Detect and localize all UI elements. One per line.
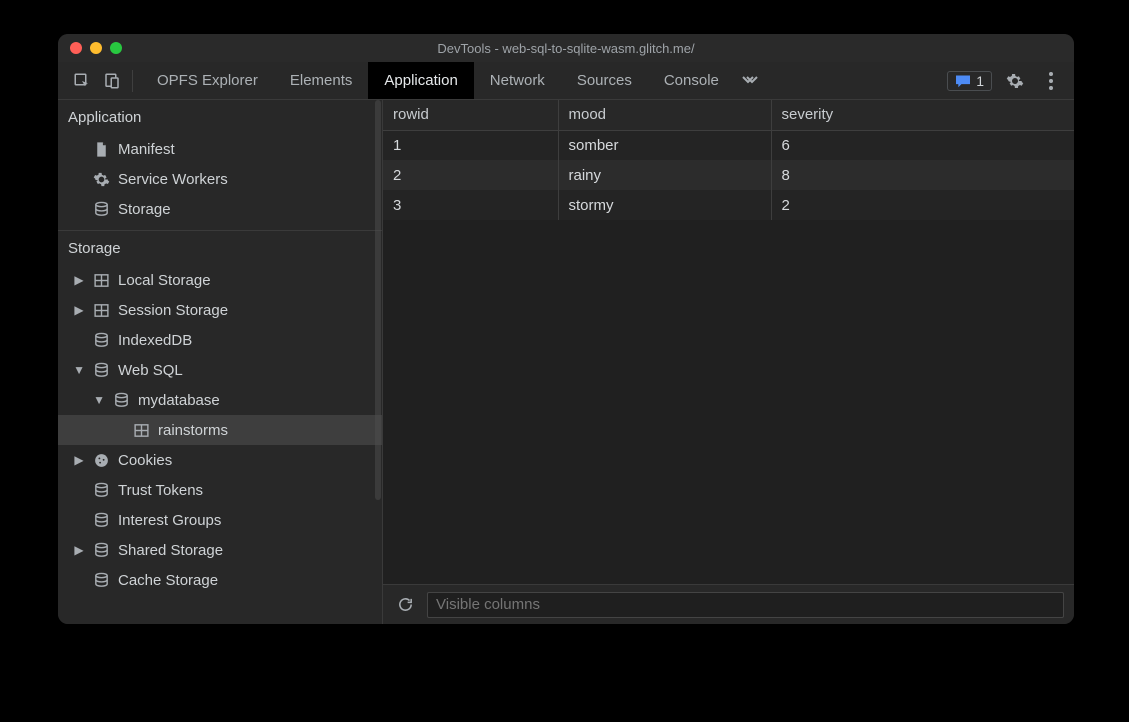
sidebar-item-label: Web SQL bbox=[118, 362, 183, 379]
issues-count: 1 bbox=[976, 73, 984, 89]
window-controls bbox=[70, 42, 122, 54]
panel-tabs: OPFS ExplorerElementsApplicationNetworkS… bbox=[141, 62, 735, 99]
table-icon bbox=[92, 271, 110, 289]
toolbar-separator bbox=[132, 70, 133, 92]
sidebar-item-cookies[interactable]: ▶ Cookies bbox=[58, 445, 382, 475]
device-toggle-icon[interactable] bbox=[98, 67, 126, 95]
table-row[interactable]: 3stormy2 bbox=[383, 190, 1074, 220]
file-icon bbox=[92, 140, 110, 158]
table-cell: 3 bbox=[383, 190, 558, 220]
application-sidebar: Application▶Manifest▶Service Workers▶Sto… bbox=[58, 100, 383, 624]
tab-console[interactable]: Console bbox=[648, 62, 735, 99]
inspect-element-icon[interactable] bbox=[68, 67, 96, 95]
visible-columns-input[interactable] bbox=[427, 592, 1064, 618]
column-header-rowid[interactable]: rowid bbox=[383, 100, 558, 130]
sidebar-item-rainstorms[interactable]: ▶rainstorms bbox=[58, 415, 382, 445]
tab-elements[interactable]: Elements bbox=[274, 62, 369, 99]
storage-icon bbox=[92, 571, 110, 589]
table-cell: rainy bbox=[558, 160, 771, 190]
table-icon bbox=[132, 421, 150, 439]
chevron-down-icon[interactable]: ▼ bbox=[74, 363, 84, 377]
sidebar-item-label: Session Storage bbox=[118, 302, 228, 319]
sidebar-item-shared-storage[interactable]: ▶ Shared Storage bbox=[58, 535, 382, 565]
chevron-right-icon[interactable]: ▶ bbox=[74, 303, 84, 317]
sidebar-item-label: mydatabase bbox=[138, 392, 220, 409]
devtools-window: DevTools - web-sql-to-sqlite-wasm.glitch… bbox=[58, 34, 1074, 624]
table-cell: 8 bbox=[771, 160, 1074, 190]
sidebar-item-label: Interest Groups bbox=[118, 512, 221, 529]
sidebar-item-label: Manifest bbox=[118, 141, 175, 158]
sidebar-item-mydatabase[interactable]: ▼ mydatabase bbox=[58, 385, 382, 415]
sidebar-item-label: Trust Tokens bbox=[118, 482, 203, 499]
storage-icon bbox=[92, 511, 110, 529]
sidebar-item-session-storage[interactable]: ▶ Session Storage bbox=[58, 295, 382, 325]
settings-icon[interactable] bbox=[1002, 68, 1028, 94]
sidebar-item-label: Shared Storage bbox=[118, 542, 223, 559]
tab-application[interactable]: Application bbox=[368, 62, 473, 99]
sidebar-section-application: Application bbox=[58, 100, 382, 134]
tab-network[interactable]: Network bbox=[474, 62, 561, 99]
storage-icon bbox=[92, 541, 110, 559]
sidebar-item-indexeddb[interactable]: ▶IndexedDB bbox=[58, 325, 382, 355]
data-table: rowidmoodseverity 1somber62rainy83stormy… bbox=[383, 100, 1074, 220]
sidebar-item-web-sql[interactable]: ▼ Web SQL bbox=[58, 355, 382, 385]
more-menu-icon[interactable] bbox=[1038, 68, 1064, 94]
sidebar-item-label: Cache Storage bbox=[118, 572, 218, 589]
tab-opfs-explorer[interactable]: OPFS Explorer bbox=[141, 62, 274, 99]
column-header-mood[interactable]: mood bbox=[558, 100, 771, 130]
table-footer bbox=[383, 584, 1074, 624]
issues-button[interactable]: 1 bbox=[947, 71, 992, 91]
table-cell: 2 bbox=[383, 160, 558, 190]
table-cell: 1 bbox=[383, 130, 558, 160]
minimize-window-button[interactable] bbox=[90, 42, 102, 54]
sidebar-item-label: IndexedDB bbox=[118, 332, 192, 349]
tab-sources[interactable]: Sources bbox=[561, 62, 648, 99]
storage-icon bbox=[92, 331, 110, 349]
sidebar-scrollbar[interactable] bbox=[375, 100, 381, 500]
storage-icon bbox=[92, 361, 110, 379]
sidebar-item-interest-groups[interactable]: ▶Interest Groups bbox=[58, 505, 382, 535]
column-header-severity[interactable]: severity bbox=[771, 100, 1074, 130]
more-tabs-button[interactable] bbox=[735, 75, 765, 87]
table-cell: 2 bbox=[771, 190, 1074, 220]
table-icon bbox=[92, 301, 110, 319]
chevron-right-icon[interactable]: ▶ bbox=[74, 453, 84, 467]
sidebar-item-label: Storage bbox=[118, 201, 171, 218]
table-cell: stormy bbox=[558, 190, 771, 220]
sidebar-item-label: Local Storage bbox=[118, 272, 211, 289]
chevron-right-icon[interactable]: ▶ bbox=[74, 273, 84, 287]
sidebar-item-manifest[interactable]: ▶Manifest bbox=[58, 134, 382, 164]
toolbar: OPFS ExplorerElementsApplicationNetworkS… bbox=[58, 62, 1074, 100]
sidebar-item-service-workers[interactable]: ▶Service Workers bbox=[58, 164, 382, 194]
table-cell: somber bbox=[558, 130, 771, 160]
table-row[interactable]: 1somber6 bbox=[383, 130, 1074, 160]
storage-icon bbox=[92, 200, 110, 218]
sidebar-item-label: Cookies bbox=[118, 452, 172, 469]
titlebar: DevTools - web-sql-to-sqlite-wasm.glitch… bbox=[58, 34, 1074, 62]
sidebar-item-label: rainstorms bbox=[158, 422, 228, 439]
cookie-icon bbox=[92, 451, 110, 469]
storage-icon bbox=[112, 391, 130, 409]
window-title: DevTools - web-sql-to-sqlite-wasm.glitch… bbox=[58, 41, 1074, 56]
main-panel: rowidmoodseverity 1somber62rainy83stormy… bbox=[383, 100, 1074, 624]
gear-icon bbox=[92, 170, 110, 188]
table-cell: 6 bbox=[771, 130, 1074, 160]
chevron-down-icon[interactable]: ▼ bbox=[94, 393, 104, 407]
storage-icon bbox=[92, 481, 110, 499]
sidebar-item-label: Service Workers bbox=[118, 171, 228, 188]
sidebar-section-storage: Storage bbox=[58, 230, 382, 265]
maximize-window-button[interactable] bbox=[110, 42, 122, 54]
table-container: rowidmoodseverity 1somber62rainy83stormy… bbox=[383, 100, 1074, 584]
chevron-right-icon[interactable]: ▶ bbox=[74, 543, 84, 557]
sidebar-item-storage[interactable]: ▶Storage bbox=[58, 194, 382, 224]
sidebar-item-trust-tokens[interactable]: ▶Trust Tokens bbox=[58, 475, 382, 505]
sidebar-item-cache-storage[interactable]: ▶Cache Storage bbox=[58, 565, 382, 595]
refresh-icon[interactable] bbox=[393, 593, 417, 617]
close-window-button[interactable] bbox=[70, 42, 82, 54]
sidebar-item-local-storage[interactable]: ▶ Local Storage bbox=[58, 265, 382, 295]
table-row[interactable]: 2rainy8 bbox=[383, 160, 1074, 190]
